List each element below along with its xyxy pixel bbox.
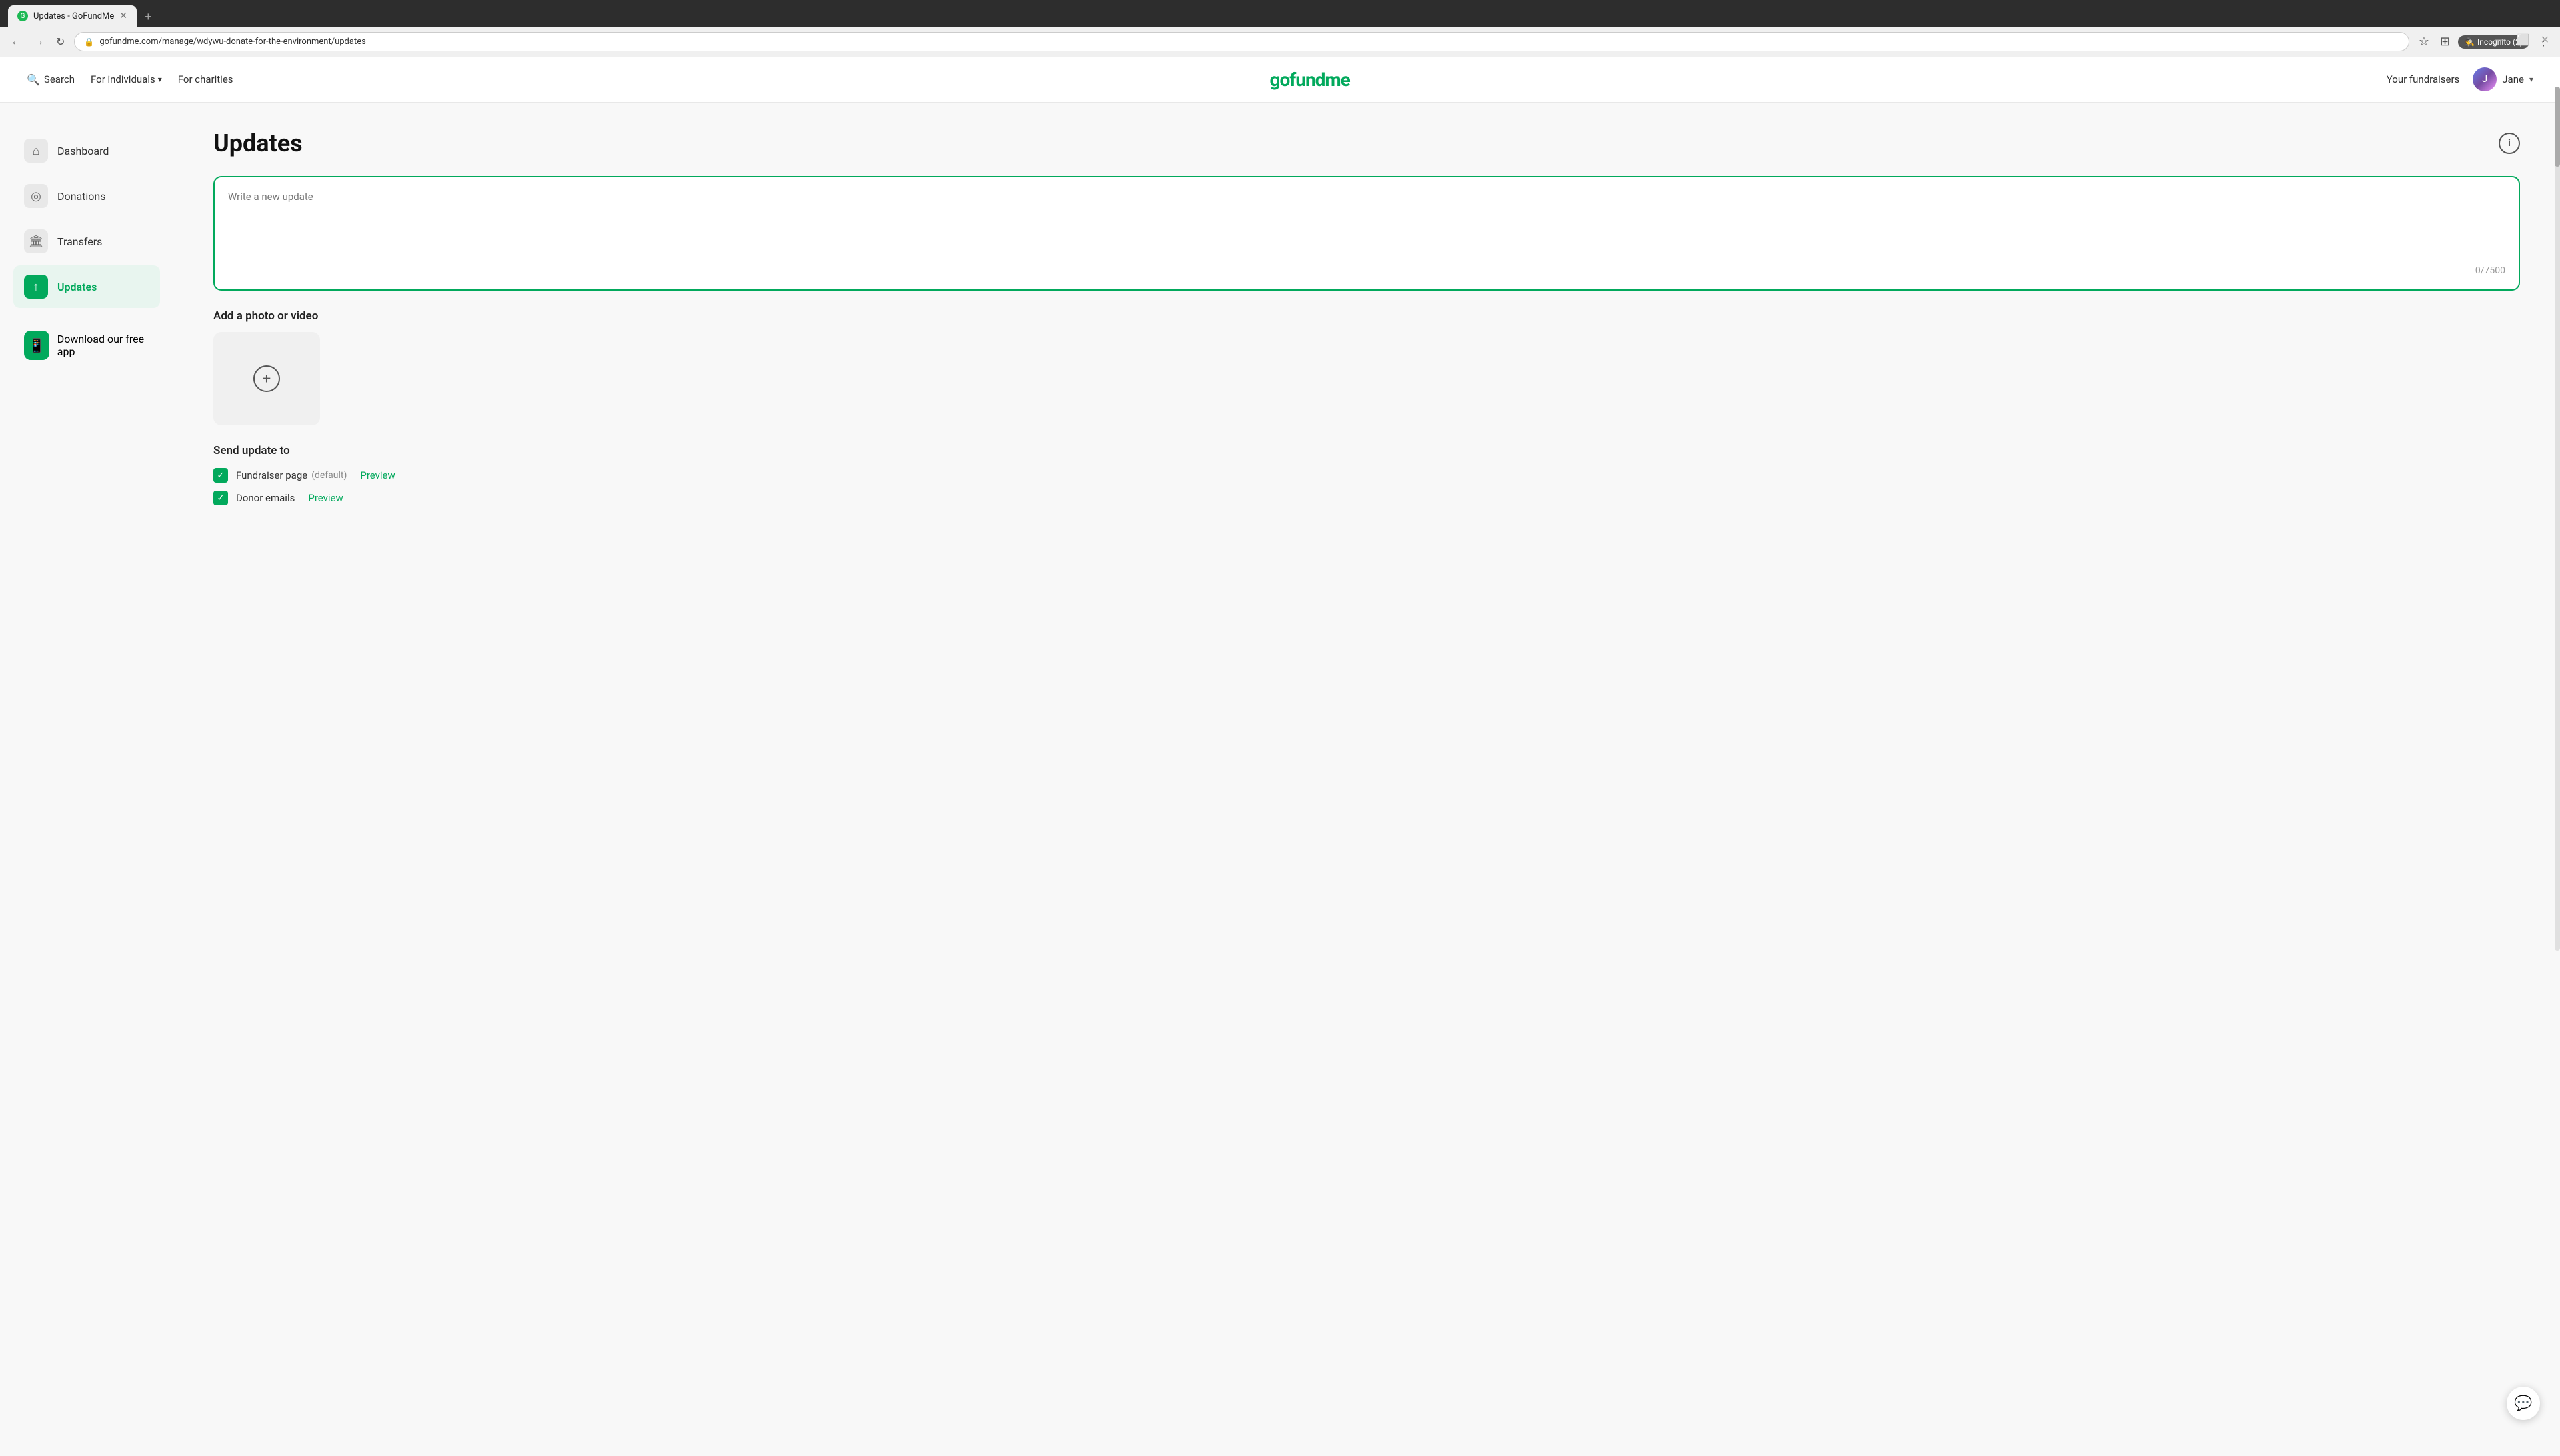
donor-emails-checkbox[interactable]: ✓ — [213, 491, 228, 505]
info-icon-button[interactable]: i — [2499, 133, 2520, 154]
main-layout: ⌂ Dashboard ◎ Donations 🏛 Transfers ↑ Up… — [0, 103, 2560, 1456]
home-icon: ⌂ — [24, 139, 48, 163]
sidebar-dashboard-label: Dashboard — [57, 145, 109, 157]
add-media-icon: + — [253, 365, 280, 392]
url-text: gofundme.com/manage/wdywu-donate-for-the… — [99, 37, 365, 47]
close-window-button[interactable]: ✕ — [2541, 33, 2549, 47]
chevron-down-icon: ▾ — [158, 75, 162, 84]
tab-favicon: G — [17, 11, 28, 21]
donor-emails-label: Donor emails — [236, 492, 295, 504]
for-individuals-label: For individuals — [91, 73, 155, 85]
sidebar-donations-label: Donations — [57, 190, 106, 203]
your-fundraisers-link[interactable]: Your fundraisers — [2387, 73, 2460, 85]
sidebar-updates-label: Updates — [57, 281, 97, 293]
gofundme-logo[interactable]: gofundme — [1269, 69, 1349, 91]
donor-emails-preview-link[interactable]: Preview — [308, 492, 343, 504]
user-name: Jane — [2502, 73, 2524, 85]
sidebar-item-updates[interactable]: ↑ Updates — [13, 265, 160, 308]
chat-icon: 💬 — [2514, 1395, 2532, 1412]
user-chevron-icon: ▾ — [2529, 75, 2533, 84]
back-button[interactable]: ← — [8, 33, 24, 51]
send-option-fundraiser-page: ✓ Fundraiser page (default) Preview — [213, 468, 2520, 483]
page-header: Updates i — [213, 129, 2520, 157]
donor-emails-text: Donor emails — [236, 492, 295, 504]
avatar: J — [2473, 67, 2497, 91]
header-nav-left: 🔍 Search For individuals ▾ For charities — [27, 73, 233, 86]
fundraiser-page-preview-link[interactable]: Preview — [360, 469, 395, 481]
sidebar-item-dashboard[interactable]: ⌂ Dashboard — [13, 129, 160, 172]
user-menu[interactable]: J Jane ▾ — [2473, 67, 2533, 91]
media-upload-box[interactable]: + — [213, 332, 320, 425]
minimize-button[interactable]: — — [2495, 33, 2506, 47]
send-option-donor-emails: ✓ Donor emails Preview — [213, 491, 2520, 505]
media-section-label: Add a photo or video — [213, 309, 2520, 323]
updates-icon: ↑ — [24, 275, 48, 299]
send-update-section: Send update to ✓ Fundraiser page (defaul… — [213, 444, 2520, 505]
fundraiser-page-label: Fundraiser page — [236, 469, 307, 481]
send-update-title: Send update to — [213, 444, 2520, 457]
sidebar-item-transfers[interactable]: 🏛 Transfers — [13, 220, 160, 263]
scrollbar[interactable] — [2555, 87, 2560, 951]
reload-button[interactable]: ↻ — [53, 33, 67, 51]
update-textarea-container: 0/7500 — [213, 176, 2520, 291]
browser-toolbar: ← → ↻ 🔒 gofundme.com/manage/wdywu-donate… — [0, 27, 2560, 57]
fundraiser-page-text: Fundraiser page (default) — [236, 469, 347, 481]
address-bar[interactable]: 🔒 gofundme.com/manage/wdywu-donate-for-t… — [74, 32, 2409, 51]
default-badge: (default) — [311, 470, 347, 481]
download-app-label: Download our free app — [57, 333, 149, 358]
scrollbar-thumb[interactable] — [2555, 87, 2560, 167]
main-content: Updates i 0/7500 Add a photo or video + … — [173, 103, 2560, 1456]
new-tab-button[interactable]: + — [139, 7, 157, 27]
sidebar-item-donations[interactable]: ◎ Donations — [13, 175, 160, 217]
chat-support-button[interactable]: 💬 — [2507, 1387, 2540, 1420]
sidebar: ⌂ Dashboard ◎ Donations 🏛 Transfers ↑ Up… — [0, 103, 173, 1456]
app-icon: 📱 — [24, 331, 49, 360]
donations-icon: ◎ — [24, 184, 48, 208]
fundraiser-page-checkbox[interactable]: ✓ — [213, 468, 228, 483]
tab-title: Updates - GoFundMe — [33, 11, 114, 21]
for-charities-label: For charities — [178, 73, 233, 85]
lock-icon: 🔒 — [84, 37, 94, 47]
header-nav-right: Your fundraisers J Jane ▾ — [2387, 67, 2533, 91]
transfers-icon: 🏛 — [24, 229, 48, 253]
sidebar-transfers-label: Transfers — [57, 235, 102, 248]
site-header: 🔍 Search For individuals ▾ For charities… — [0, 57, 2560, 103]
for-individuals-link[interactable]: For individuals ▾ — [91, 73, 162, 85]
forward-button[interactable]: → — [31, 33, 47, 51]
search-label: Search — [44, 73, 75, 85]
char-count: 0/7500 — [228, 265, 2505, 276]
logo-center: gofundme — [233, 69, 2387, 91]
for-charities-link[interactable]: For charities — [178, 73, 233, 85]
maximize-button[interactable]: ⬜ — [2517, 33, 2530, 47]
update-textarea[interactable] — [228, 191, 2505, 257]
search-icon: 🔍 — [27, 73, 40, 86]
active-tab[interactable]: G Updates - GoFundMe ✕ — [8, 5, 137, 27]
split-view-button[interactable]: ⊞ — [2437, 32, 2453, 51]
page-title: Updates — [213, 129, 303, 157]
search-link[interactable]: 🔍 Search — [27, 73, 75, 86]
tab-close-button[interactable]: ✕ — [119, 11, 127, 21]
incognito-icon: 🕵 — [2465, 37, 2475, 47]
download-app-banner[interactable]: 📱 Download our free app — [13, 321, 160, 369]
bookmark-button[interactable]: ☆ — [2416, 32, 2432, 51]
